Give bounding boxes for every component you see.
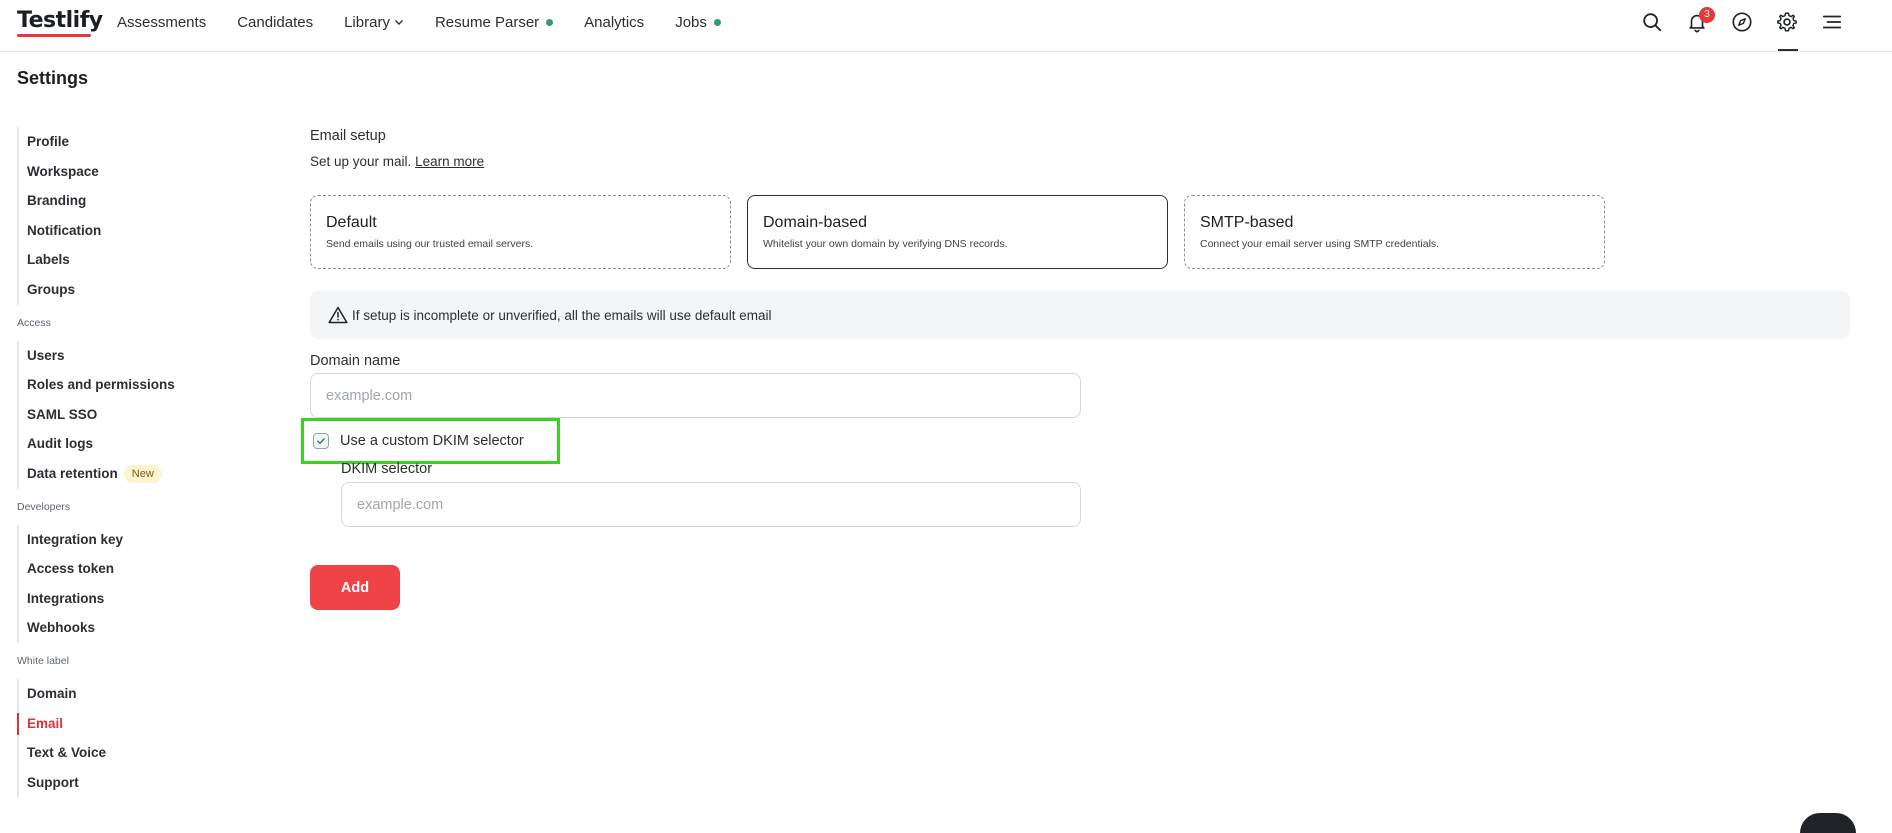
section-title: Email setup: [310, 128, 386, 144]
check-icon: [317, 438, 325, 444]
sidebar-item-integrations[interactable]: Integrations: [19, 584, 247, 614]
sidebar-group-developers: Integration key Access token Integration…: [17, 524, 247, 643]
sidebar-item-notification[interactable]: Notification: [19, 216, 247, 246]
nav-resume-parser-label: Resume Parser: [434, 13, 540, 31]
gear-icon[interactable]: [1775, 10, 1799, 34]
card-description: Connect your email server using SMTP cre…: [1200, 238, 1440, 250]
new-badge: New: [123, 465, 162, 484]
sidebar-item-groups[interactable]: Groups: [19, 275, 247, 305]
logo[interactable]: Testlify: [17, 8, 103, 33]
nav-analytics-label: Analytics: [584, 13, 645, 31]
main-nav: Assessments Candidates Library Resume Pa…: [117, 0, 752, 44]
sidebar-item-audit-logs[interactable]: Audit logs: [19, 429, 247, 459]
card-description: Send emails using our trusted email serv…: [326, 238, 534, 250]
top-bar: Testlify Assessments Candidates Library …: [0, 0, 1892, 52]
settings-sidebar: Profile Workspace Branding Notification …: [17, 127, 247, 798]
email-type-cards: Default Send emails using our trusted em…: [310, 195, 1606, 269]
sidebar-group-white-label: Domain Email Text & Voice Support: [17, 678, 247, 798]
card-title: Default: [326, 214, 377, 231]
sidebar-heading-access: Access: [17, 316, 51, 329]
sidebar-item-profile[interactable]: Profile: [19, 127, 247, 157]
compass-icon[interactable]: [1730, 10, 1754, 34]
card-smtp-based[interactable]: SMTP-based Connect your email server usi…: [1184, 195, 1605, 269]
card-default[interactable]: Default Send emails using our trusted em…: [310, 195, 731, 269]
add-button[interactable]: Add: [310, 565, 400, 610]
nav-jobs-label: Jobs: [675, 13, 707, 31]
nav-analytics[interactable]: Analytics: [584, 14, 644, 31]
sidebar-item-users[interactable]: Users: [19, 341, 247, 371]
sidebar-item-branding[interactable]: Branding: [19, 186, 247, 216]
card-description: Whitelist your own domain by verifying D…: [763, 238, 1008, 250]
sidebar-item-saml-sso[interactable]: SAML SSO: [19, 400, 247, 430]
sidebar-item-domain[interactable]: Domain: [19, 679, 247, 709]
page-title: Settings: [17, 68, 89, 88]
section-subtitle: Set up your mail. Learn more: [310, 154, 484, 169]
nav-assessments[interactable]: Assessments: [117, 14, 206, 31]
notice-text: If setup is incomplete or unverified, al…: [352, 307, 772, 323]
sidebar-heading-white-label: White label: [17, 654, 69, 667]
nav-candidates[interactable]: Candidates: [237, 14, 313, 31]
card-domain-based[interactable]: Domain-based Whitelist your own domain b…: [747, 195, 1168, 269]
learn-more-link[interactable]: Learn more: [415, 154, 484, 169]
sidebar-group-access: Users Roles and permissions SAML SSO Aud…: [17, 340, 247, 489]
logo-underline: [17, 34, 91, 37]
domain-name-label: Domain name: [310, 353, 401, 369]
card-title: Domain-based: [763, 214, 868, 231]
menu-icon[interactable]: [1820, 10, 1844, 34]
custom-dkim-checkbox-row[interactable]: Use a custom DKIM selector: [301, 418, 560, 464]
sidebar-item-workspace[interactable]: Workspace: [19, 157, 247, 187]
sidebar-item-email[interactable]: Email: [17, 709, 247, 739]
nav-jobs[interactable]: Jobs: [675, 14, 721, 31]
sidebar-item-labels[interactable]: Labels: [19, 245, 247, 275]
chevron-down-icon: [394, 17, 404, 27]
sidebar-item-access-token[interactable]: Access token: [19, 554, 247, 584]
sidebar-group-general: Profile Workspace Branding Notification …: [17, 127, 247, 305]
chat-widget-button[interactable]: [1800, 813, 1856, 833]
nav-library-label: Library: [344, 13, 390, 31]
nav-assessments-label: Assessments: [117, 13, 207, 31]
sidebar-item-text-voice[interactable]: Text & Voice: [19, 738, 247, 768]
nav-library[interactable]: Library: [344, 14, 404, 31]
new-dot-icon: [546, 18, 554, 26]
card-title: SMTP-based: [1200, 214, 1294, 231]
sidebar-item-roles[interactable]: Roles and permissions: [19, 370, 247, 400]
notification-count-badge: 3: [1699, 7, 1715, 23]
new-dot-icon: [713, 18, 721, 26]
bell-icon[interactable]: 3: [1685, 7, 1715, 34]
nav-resume-parser[interactable]: Resume Parser: [434, 13, 554, 31]
sidebar-item-label: Data retention: [27, 465, 118, 481]
warning-icon: [328, 306, 348, 324]
sidebar-item-support[interactable]: Support: [19, 768, 247, 798]
sidebar-item-data-retention[interactable]: Data retention New: [19, 459, 247, 489]
custom-dkim-checkbox[interactable]: [313, 433, 329, 449]
sidebar-item-webhooks[interactable]: Webhooks: [19, 613, 247, 643]
subtitle-text: Set up your mail.: [310, 154, 412, 169]
active-settings-indicator: [1778, 49, 1798, 51]
search-icon[interactable]: [1640, 10, 1664, 34]
dkim-selector-label: DKIM selector: [341, 461, 433, 477]
sidebar-item-integration-key[interactable]: Integration key: [19, 525, 247, 555]
nav-candidates-label: Candidates: [237, 13, 314, 31]
dkim-selector-input[interactable]: [341, 482, 1081, 527]
sidebar-heading-developers: Developers: [17, 500, 71, 513]
setup-notice: If setup is incomplete or unverified, al…: [310, 291, 1850, 339]
custom-dkim-label: Use a custom DKIM selector: [340, 433, 524, 449]
domain-name-input[interactable]: [310, 373, 1081, 418]
